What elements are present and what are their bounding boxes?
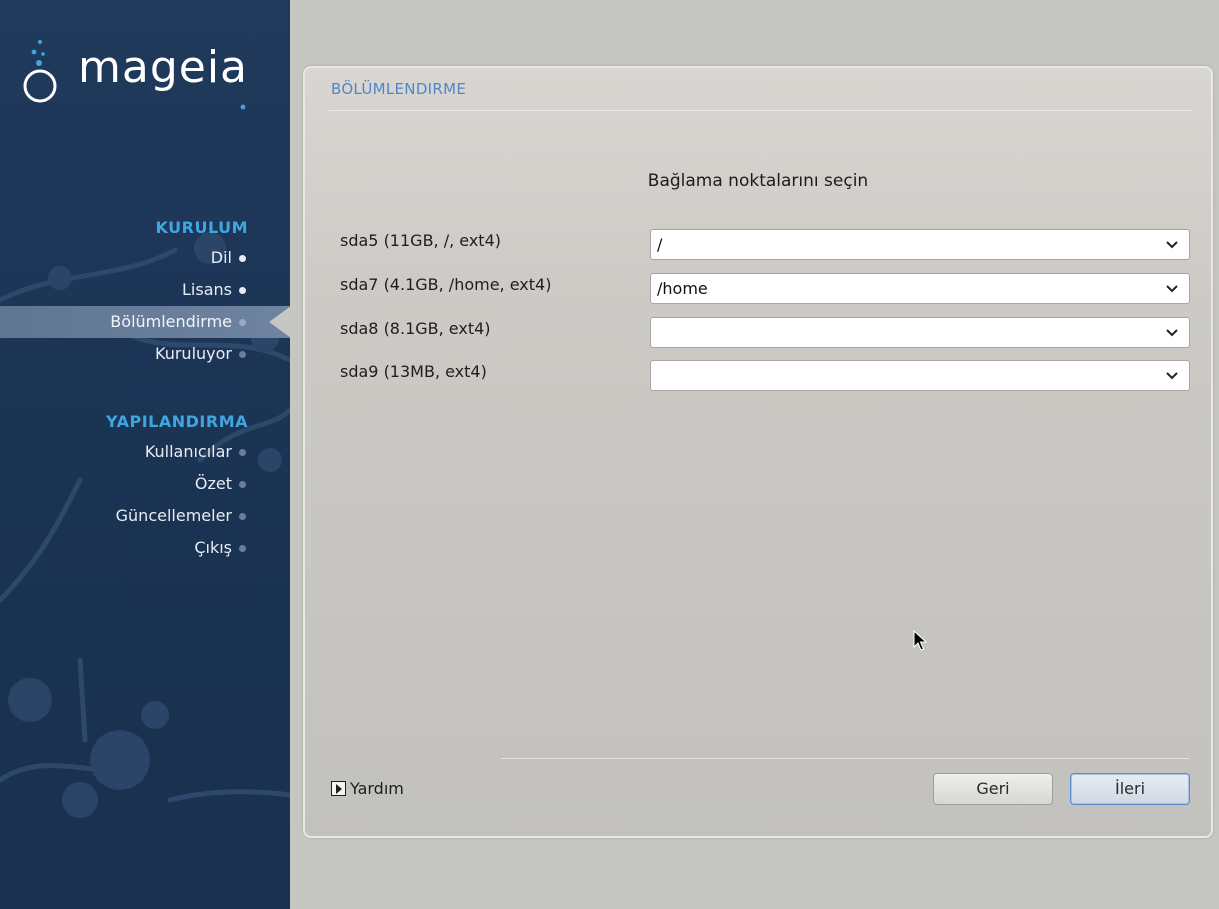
nav-item-lisans: Lisans	[0, 274, 290, 306]
chevron-down-icon[interactable]	[1165, 274, 1179, 303]
step-status-dot	[239, 449, 246, 456]
title-divider	[329, 110, 1193, 111]
step-status-dot	[239, 351, 246, 358]
partition-row: sda5 (11GB, /, ext4) /	[340, 229, 1190, 261]
help-label[interactable]: Yardım	[350, 779, 404, 798]
step-status-dot	[239, 255, 246, 262]
mount-point-combo[interactable]	[650, 360, 1190, 391]
chevron-down-icon[interactable]	[1165, 361, 1179, 390]
chevron-down-icon[interactable]	[1165, 318, 1179, 347]
active-step-arrow-icon	[269, 306, 290, 338]
step-status-dot	[239, 319, 246, 326]
step-status-dot	[239, 481, 246, 488]
step-status-dot	[239, 545, 246, 552]
installer-steps-nav: KURULUM Dil Lisans Bölümlendirme Kuruluy…	[0, 214, 290, 564]
page-subtitle: Bağlama noktalarını seçin	[647, 171, 869, 191]
nav-item-cikis: Çıkış	[0, 532, 290, 564]
nav-item-label: Çıkış	[194, 538, 232, 557]
expander-arrow-icon[interactable]	[331, 781, 346, 796]
nav-item-label: Lisans	[182, 280, 232, 299]
partition-label: sda7 (4.1GB, /home, ext4)	[340, 275, 552, 294]
partition-row: sda8 (8.1GB, ext4)	[340, 317, 1190, 349]
page-title: BÖLÜMLENDIRME	[331, 80, 467, 98]
partition-row: sda7 (4.1GB, /home, ext4) /home	[340, 273, 1190, 305]
help-expander[interactable]: Yardım	[331, 778, 404, 802]
nav-item-ozet: Özet	[0, 468, 290, 500]
mount-point-value[interactable]: /	[657, 235, 662, 254]
step-status-dot	[239, 287, 246, 294]
partition-label: sda9 (13MB, ext4)	[340, 362, 487, 381]
nav-item-label: Dil	[210, 248, 232, 267]
mount-point-value[interactable]: /home	[657, 279, 708, 298]
nav-section-kurulum: KURULUM	[155, 218, 248, 237]
nav-item-guncellemeler: Güncellemeler	[0, 500, 290, 532]
nav-item-label: Bölümlendirme	[110, 312, 232, 331]
nav-item-kuruluyor: Kuruluyor	[0, 338, 290, 370]
mount-point-combo[interactable]: /	[650, 229, 1190, 260]
footer-divider	[501, 758, 1189, 759]
next-button[interactable]: İleri	[1070, 773, 1190, 805]
nav-item-label: Kuruluyor	[155, 344, 232, 363]
step-status-dot	[239, 513, 246, 520]
back-button[interactable]: Geri	[933, 773, 1053, 805]
partitioning-panel: BÖLÜMLENDIRME Bağlama noktalarını seçin …	[303, 66, 1213, 838]
nav-item-bolumlendirme: Bölümlendirme	[0, 306, 290, 338]
mount-point-combo[interactable]: /home	[650, 273, 1190, 304]
nav-item-kullanicilar: Kullanıcılar	[0, 436, 290, 468]
partition-label: sda8 (8.1GB, ext4)	[340, 319, 491, 338]
nav-item-dil: Dil	[0, 242, 290, 274]
mageia-logo-text: mageia	[78, 42, 249, 93]
mount-point-combo[interactable]	[650, 317, 1190, 348]
nav-item-label: Özet	[194, 474, 232, 493]
nav-section-yapilandirma: YAPILANDIRMA	[106, 412, 248, 431]
nav-item-label: Güncellemeler	[115, 506, 232, 525]
partition-row: sda9 (13MB, ext4)	[340, 360, 1190, 392]
partition-label: sda5 (11GB, /, ext4)	[340, 231, 501, 250]
installer-sidebar: mageia KURULUM Dil Lisans Bölümlendirme …	[0, 0, 290, 909]
nav-item-label: Kullanıcılar	[144, 442, 232, 461]
mouse-pointer-icon	[913, 630, 928, 651]
chevron-down-icon[interactable]	[1165, 230, 1179, 259]
